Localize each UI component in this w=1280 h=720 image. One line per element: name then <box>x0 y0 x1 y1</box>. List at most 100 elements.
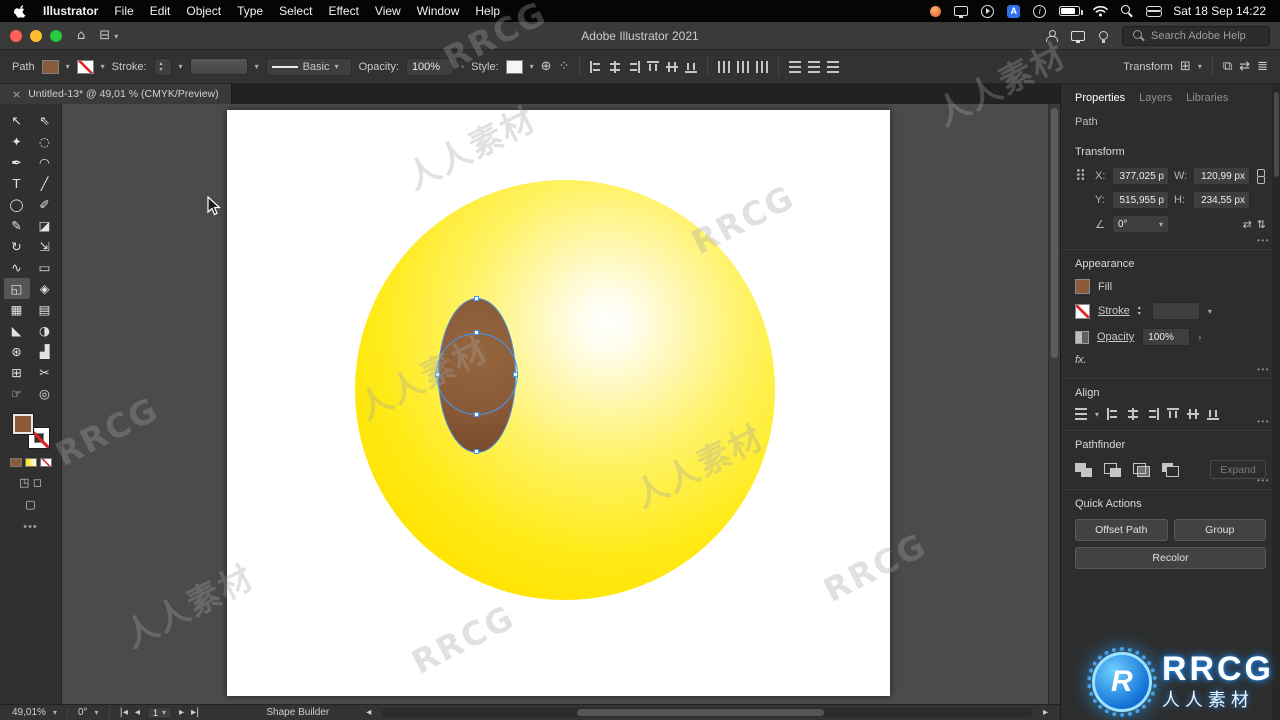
stepper-icon[interactable]: ▴ ▾ <box>160 60 163 73</box>
canvas-horizontal-scrollbar[interactable] <box>382 708 1032 717</box>
stroke-dropdown-icon[interactable]: ▾ <box>101 62 105 71</box>
pathfinder-minus-front-icon[interactable] <box>1104 462 1121 477</box>
fill-indicator-swatch[interactable] <box>12 414 33 434</box>
column-graph-tool[interactable]: ▟ <box>32 341 58 362</box>
stroke-weight-dropdown-icon[interactable]: ▾ <box>179 62 183 71</box>
curvature-tool[interactable]: ◠ <box>32 152 58 173</box>
align-left-icon[interactable] <box>590 60 602 73</box>
fill-color-swatch[interactable] <box>41 59 59 74</box>
opacity-chevron-icon[interactable]: › <box>461 62 464 71</box>
screen-record-icon[interactable] <box>930 5 942 17</box>
display-icon[interactable] <box>954 6 969 18</box>
align-right-icon[interactable] <box>628 60 641 73</box>
transform-dropdown-icon[interactable]: ▾ <box>1198 62 1202 71</box>
opacity-link[interactable]: Opacity <box>1097 331 1134 343</box>
apple-menu-icon[interactable] <box>14 4 27 19</box>
brush-definition-dropdown[interactable] <box>189 58 248 75</box>
control-center-icon[interactable] <box>1146 5 1163 17</box>
flip-horizontal-icon[interactable]: ⇄ <box>1243 218 1252 231</box>
selection-circle-path[interactable] <box>436 333 518 415</box>
scroll-left-icon[interactable]: ◂ <box>366 707 371 718</box>
align-center-icon[interactable] <box>1127 408 1139 420</box>
blend-tool[interactable]: ◑ <box>32 320 58 341</box>
brush-dropdown-icon[interactable]: ▾ <box>255 62 259 71</box>
slice-tool[interactable]: ✂ <box>32 362 58 383</box>
stroke-color-swatch[interactable] <box>76 59 94 74</box>
scrollbar-thumb[interactable] <box>1051 108 1058 358</box>
perspective-grid-tool[interactable]: ◈ <box>32 278 58 299</box>
last-artboard-icon[interactable]: ▸| <box>191 707 199 718</box>
y-field[interactable]: 515,955 p <box>1112 191 1169 209</box>
stroke-swatch[interactable] <box>1075 303 1090 319</box>
drawing-modes-icon[interactable]: ◳ ◻ <box>19 476 42 489</box>
scrollbar-thumb[interactable] <box>577 709 825 716</box>
distribute-center-icon[interactable] <box>737 60 750 73</box>
w-field[interactable]: 120,99 px <box>1193 167 1250 185</box>
home-icon[interactable]: ⌂ <box>77 28 85 43</box>
selection-tool[interactable]: ↖ <box>4 110 30 131</box>
align-to-dropdown-icon[interactable]: ▾ <box>1095 410 1099 419</box>
close-document-icon[interactable]: × <box>12 88 21 101</box>
pathfinder-unite-icon[interactable] <box>1075 462 1092 477</box>
align-bottom-icon[interactable] <box>1207 408 1220 420</box>
scale-tool[interactable]: ⇲ <box>32 236 58 257</box>
artboard-tool[interactable]: ⊞ <box>4 362 30 383</box>
free-transform-tool[interactable]: ▭ <box>32 257 58 278</box>
info-circle-icon[interactable]: i <box>1033 4 1047 18</box>
transform-label[interactable]: Transform <box>1123 61 1173 73</box>
wifi-icon[interactable] <box>1093 5 1109 17</box>
input-source-icon[interactable]: A <box>1007 4 1021 18</box>
play-circle-icon[interactable] <box>981 4 995 18</box>
yellow-sphere-shape[interactable] <box>355 180 775 600</box>
stroke-link[interactable]: Stroke <box>1098 305 1130 317</box>
minimize-window-button[interactable] <box>30 29 42 42</box>
pathfinder-more-options[interactable]: ••• <box>1257 476 1270 485</box>
fill-swatch[interactable] <box>1075 279 1090 294</box>
distribute-middle-icon[interactable] <box>808 60 821 73</box>
zoom-tool[interactable]: ◎ <box>32 383 58 404</box>
direct-selection-tool[interactable]: ⇖ <box>32 110 58 131</box>
eyedropper-tool[interactable]: ◣ <box>4 320 30 341</box>
link-dimensions-icon[interactable] <box>1255 168 1266 184</box>
pathfinder-intersect-icon[interactable] <box>1133 462 1150 477</box>
variable-width-profile-dropdown[interactable]: Basic ▾ <box>265 57 352 76</box>
width-tool[interactable]: ∿ <box>4 257 30 278</box>
arrange-icon[interactable]: ⧉ <box>1223 59 1232 74</box>
offset-path-button[interactable]: Offset Path <box>1075 519 1168 541</box>
edit-toolbar-icon[interactable]: ••• <box>23 521 38 533</box>
stroke-weight-dropdown[interactable] <box>1151 302 1200 320</box>
zoom-level-value[interactable]: 49,01% <box>12 707 46 718</box>
gradient-button[interactable] <box>24 458 37 467</box>
menu-type[interactable]: Type <box>237 4 263 18</box>
align-top-icon[interactable] <box>1167 408 1180 420</box>
shaper-tool[interactable]: ✎ <box>4 215 30 236</box>
magic-wand-tool[interactable]: ✦ <box>4 131 30 152</box>
line-segment-tool[interactable]: ╱ <box>32 173 58 194</box>
scroll-right-icon[interactable]: ▸ <box>1043 707 1048 718</box>
align-right-icon[interactable] <box>1147 408 1160 420</box>
recolor-button[interactable]: Recolor <box>1075 547 1266 569</box>
align-to-selection-icon[interactable] <box>1075 408 1087 420</box>
menu-select[interactable]: Select <box>279 4 312 18</box>
transform-reference-icon[interactable]: ⊞ <box>1180 59 1191 74</box>
align-bottom-icon[interactable] <box>685 61 698 73</box>
menu-help[interactable]: Help <box>475 4 500 18</box>
fill-dropdown-icon[interactable]: ▾ <box>66 62 70 71</box>
zoom-dropdown-icon[interactable]: ▾ <box>53 708 57 717</box>
anchor-point[interactable] <box>474 449 479 454</box>
align-center-icon[interactable] <box>609 60 621 73</box>
panel-opacity-field[interactable]: 100% <box>1142 328 1191 346</box>
type-tool[interactable]: T <box>4 173 30 194</box>
distribute-top-icon[interactable] <box>789 60 802 73</box>
document-tab[interactable]: × Untitled-13* @ 49,01 % (CMYK/Preview) <box>0 84 232 104</box>
menu-effect[interactable]: Effect <box>328 4 358 18</box>
discover-icon[interactable] <box>1099 31 1108 43</box>
account-icon[interactable] <box>1045 29 1058 42</box>
close-window-button[interactable] <box>10 29 22 42</box>
color-button[interactable] <box>9 458 22 467</box>
angle-dropdown[interactable]: 0° ▾ <box>1112 215 1169 233</box>
menu-bar-clock[interactable]: Sat 18 Sep 14:22 <box>1173 4 1266 18</box>
distribute-horizontal-icon[interactable] <box>718 60 731 73</box>
screen-mode-icon[interactable]: ▢ <box>25 498 35 511</box>
anchor-point[interactable] <box>474 412 479 417</box>
